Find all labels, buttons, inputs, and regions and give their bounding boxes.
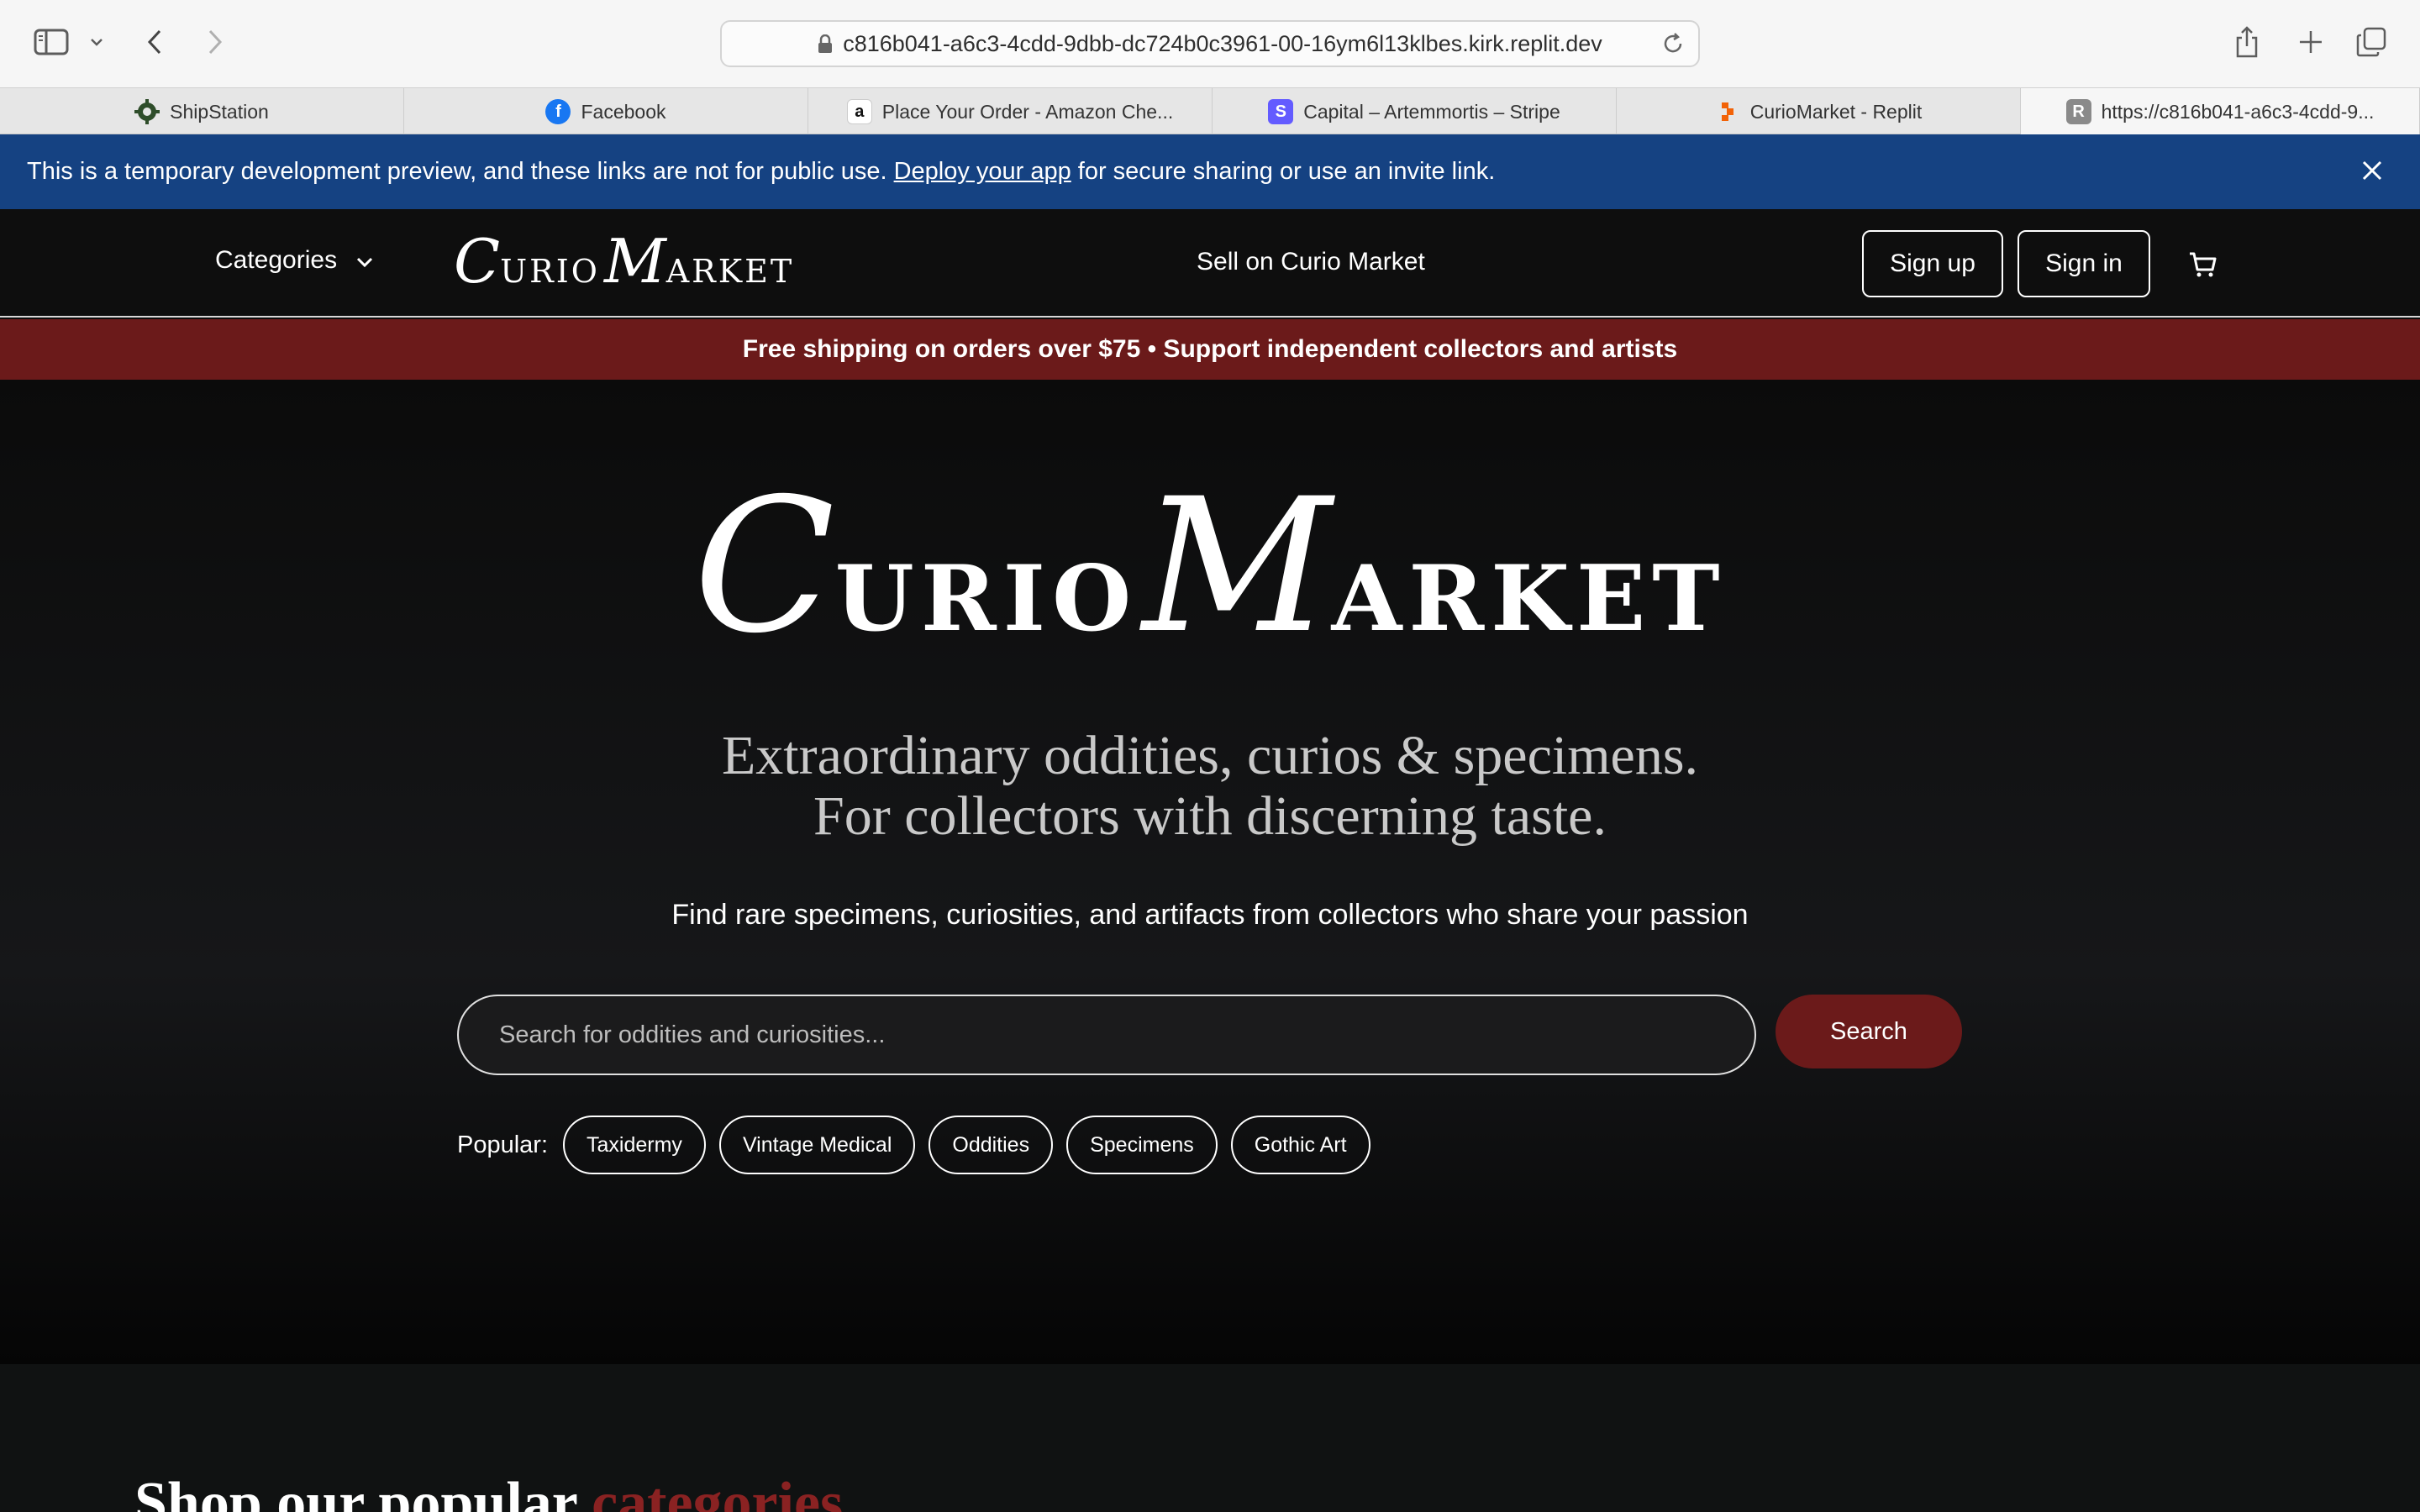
share-icon[interactable]: [2232, 24, 2262, 60]
heading-accent: categories: [592, 1471, 844, 1512]
tab-facebook[interactable]: f Facebook: [404, 88, 808, 135]
tab-overview-icon[interactable]: [2354, 25, 2388, 59]
chevron-down-icon[interactable]: [87, 34, 106, 50]
tagline-line-2: For collectors with discerning taste.: [813, 785, 1607, 847]
tab-replit[interactable]: CurioMarket - Replit: [1617, 88, 2021, 135]
section-heading: Shop our popular categories: [134, 1470, 843, 1512]
heading-main: Shop our popular: [134, 1471, 577, 1512]
deploy-app-link[interactable]: Deploy your app: [894, 158, 1071, 186]
search-input[interactable]: [457, 995, 1756, 1075]
tab-current[interactable]: R https://c816b041-a6c3-4cdd-9...: [2021, 88, 2420, 135]
sidebar-toggle-icon[interactable]: [32, 25, 71, 59]
popular-tags: Popular: Taxidermy Vintage Medical Oddit…: [457, 1116, 1370, 1174]
r-icon: R: [2065, 99, 2091, 124]
logo-letter: M: [604, 226, 666, 297]
cart-icon[interactable]: [2188, 249, 2218, 280]
replit-icon: [1715, 99, 1740, 124]
logo-letters: ARKET: [666, 253, 795, 290]
logo-letter: C: [454, 226, 501, 297]
amazon-icon: a: [846, 99, 872, 124]
tab-label: Place Your Order - Amazon Che...: [881, 100, 1174, 123]
categories-label: Categories: [215, 246, 338, 274]
logo-letters: URIO: [500, 253, 600, 290]
tab-label: ShipStation: [170, 100, 269, 123]
tag-specimens[interactable]: Specimens: [1066, 1116, 1218, 1174]
popular-label: Popular:: [457, 1131, 549, 1158]
categories-section: Shop our popular categories: [0, 1364, 2420, 1512]
tag-taxidermy[interactable]: Taxidermy: [563, 1116, 706, 1174]
back-icon[interactable]: [139, 25, 170, 59]
tab-bar: ShipStation f Facebook a Place Your Orde…: [0, 87, 2420, 135]
tab-amazon[interactable]: a Place Your Order - Amazon Che...: [808, 88, 1213, 135]
tab-stripe[interactable]: S Capital – Artemmortis – Stripe: [1213, 88, 1617, 135]
tab-label: Capital – Artemmortis – Stripe: [1303, 100, 1560, 123]
categories-menu[interactable]: Categories: [215, 246, 374, 275]
sell-link[interactable]: Sell on Curio Market: [1197, 248, 1425, 276]
tab-shipstation[interactable]: ShipStation: [0, 88, 404, 135]
url-text: c816b041-a6c3-4cdd-9dbb-dc724b0c3961-00-…: [843, 30, 1602, 56]
tab-label: Facebook: [581, 100, 666, 123]
shipstation-icon: [134, 99, 160, 124]
tag-oddities[interactable]: Oddities: [929, 1116, 1054, 1174]
banner-text-after: for secure sharing or use an invite link…: [1077, 158, 1496, 185]
sign-in-button[interactable]: Sign in: [2018, 230, 2150, 297]
browser-toolbar: c816b041-a6c3-4cdd-9dbb-dc724b0c3961-00-…: [0, 0, 2420, 87]
hero-tagline: Extraordinary oddities, curios & specime…: [0, 726, 2420, 847]
tagline-line-1: Extraordinary oddities, curios & specime…: [721, 725, 1699, 786]
new-tab-icon[interactable]: [2294, 25, 2328, 59]
forward-icon[interactable]: [200, 25, 230, 59]
facebook-icon: f: [545, 99, 571, 124]
reload-icon[interactable]: [1661, 32, 1685, 60]
logo-letter: M: [1142, 459, 1332, 674]
tag-gothic-art[interactable]: Gothic Art: [1230, 1116, 1370, 1174]
search-button[interactable]: Search: [1776, 995, 1962, 1068]
close-icon[interactable]: [2361, 160, 2383, 181]
lock-icon: [818, 34, 833, 53]
site-header: Categories CURIO MARKET Sell on Curio Ma…: [0, 209, 2420, 318]
hero-subtitle: Find rare specimens, curiosities, and ar…: [671, 899, 1749, 931]
banner-text: This is a temporary development preview,…: [27, 158, 887, 185]
promo-bar: Free shipping on orders over $75 • Suppo…: [0, 319, 2420, 380]
stripe-icon: S: [1268, 99, 1294, 124]
hero-logo: CURIO MARKET: [0, 474, 2420, 659]
logo-letters: URIO: [834, 546, 1139, 652]
dev-preview-banner: This is a temporary development preview,…: [0, 134, 2420, 209]
site-logo[interactable]: CURIO MARKET: [454, 226, 794, 297]
sign-up-button[interactable]: Sign up: [1862, 230, 2003, 297]
hero-section: CURIO MARKET Extraordinary oddities, cur…: [0, 380, 2420, 1364]
tag-vintage-medical[interactable]: Vintage Medical: [718, 1116, 916, 1174]
tab-label: https://c816b041-a6c3-4cdd-9...: [2101, 100, 2375, 123]
tab-label: CurioMarket - Replit: [1749, 100, 1923, 123]
logo-letter: C: [693, 459, 835, 674]
address-bar[interactable]: c816b041-a6c3-4cdd-9dbb-dc724b0c3961-00-…: [720, 20, 1700, 67]
chevron-down-icon: [355, 246, 374, 275]
logo-letters: ARKET: [1331, 546, 1727, 652]
